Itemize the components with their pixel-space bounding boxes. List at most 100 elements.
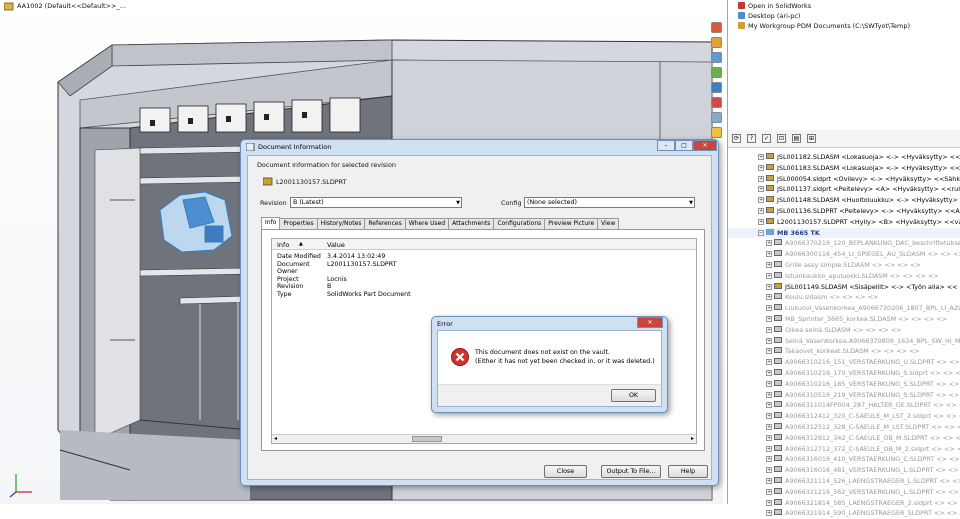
expand-icon[interactable]: + xyxy=(758,154,764,160)
tree-item[interactable]: + A9066310216_151_VERSTAERKUNG_U.SLDPRT <… xyxy=(728,357,960,368)
expand-icon[interactable]: + xyxy=(766,499,772,506)
options-icon[interactable]: ▤ xyxy=(792,134,801,143)
tree-item[interactable]: + L2001130157.SLDPRT <Hylly> <B> <Hyväksy… xyxy=(728,217,960,228)
design-library-tab-icon[interactable] xyxy=(711,52,722,63)
expand-icon[interactable]: + xyxy=(766,348,772,355)
config-dropdown[interactable]: (None selected) ▼ xyxy=(524,197,695,208)
output-to-file-button[interactable]: Output To File... xyxy=(601,465,661,478)
expand-icon[interactable]: + xyxy=(766,510,772,517)
tree-item[interactable]: + A9066310216_170_VERSTAERKUNG_S.sldprt <… xyxy=(728,368,960,379)
info-column-header[interactable]: Info xyxy=(277,241,289,249)
expand-icon[interactable]: + xyxy=(766,359,772,366)
tree-item[interactable]: + Seinä_VasenKorkea.A9066370809_1634_BPL_… xyxy=(728,336,960,347)
maximize-button[interactable]: □ xyxy=(675,140,693,151)
scroll-thumb[interactable] xyxy=(412,436,442,442)
scroll-left-icon[interactable]: ◂ xyxy=(274,435,277,442)
tree-item[interactable]: + A9066300116_454_LI_SPIEGEL_AU_SLDASM <>… xyxy=(728,249,960,260)
expand-icon[interactable]: + xyxy=(758,197,764,204)
tree-item[interactable]: − MB 3665 TK xyxy=(728,227,960,239)
expand-icon[interactable]: + xyxy=(766,380,772,387)
search-tab-icon[interactable] xyxy=(711,82,722,93)
minimize-button[interactable]: – xyxy=(657,140,675,151)
expand-icon[interactable]: + xyxy=(758,207,764,214)
expand-icon[interactable]: + xyxy=(766,434,772,441)
expand-icon[interactable]: + xyxy=(766,488,772,495)
tab-where-used[interactable]: Where Used xyxy=(404,218,450,229)
expand-icon[interactable]: + xyxy=(766,456,772,463)
expand-icon[interactable]: + xyxy=(766,369,772,376)
check-icon[interactable]: ✓ xyxy=(762,134,771,143)
tree-item[interactable]: + MB_Sprinter_3665_korkea.SLDASM <> <> <>… xyxy=(728,314,960,325)
revision-dropdown[interactable]: B (Latest) ▼ xyxy=(290,197,462,208)
tree-item[interactable]: + A9066321114_526_LAENGSTRAEGER_L.SLDPRT … xyxy=(728,476,960,487)
workgroup-pdm-item[interactable]: My Workgroup PDM Documents (C:\SWTyot\Te… xyxy=(738,22,910,30)
expand-icon[interactable]: + xyxy=(758,218,764,225)
tree-item[interactable]: + A9066321814_585_LAENGSTRAEGER_2.sldprt … xyxy=(728,498,960,509)
ok-button[interactable]: OK xyxy=(611,389,656,402)
expand-icon[interactable]: + xyxy=(766,294,772,301)
tab-properties[interactable]: Properties xyxy=(279,218,318,229)
expand-icon[interactable]: + xyxy=(758,164,764,171)
help-button[interactable]: Help xyxy=(668,465,708,478)
close-button[interactable]: Close xyxy=(544,465,587,478)
horizontal-scrollbar[interactable]: ◂ ▸ xyxy=(272,434,696,443)
tree-item[interactable]: + JSL001149.SLDASM <Sisäpellit> <-> <Työn… xyxy=(728,282,960,293)
tree-item[interactable]: + Istuinkaukko_apuluokki.SLDASM <> <> <> … xyxy=(728,271,960,282)
expand-icon[interactable]: + xyxy=(766,272,772,279)
expand-icon[interactable]: + xyxy=(758,175,764,182)
tree-item[interactable]: + JSL001183.SLDASM <Lokasuoja> <-> <Hyväk… xyxy=(728,163,960,174)
tree-item[interactable]: + JSL001148.SLDASM <Huoltoluukku> <-> <Hy… xyxy=(728,195,960,206)
tree-item[interactable]: + JSL000054.sldprt <Ovilevy> <-> <Hyväksy… xyxy=(728,174,960,185)
expand-icon[interactable]: + xyxy=(766,251,772,258)
expand-icon[interactable]: + xyxy=(766,326,772,333)
expand-icon[interactable]: + xyxy=(766,337,772,344)
resources-tab-icon[interactable] xyxy=(711,37,722,48)
desktop-item[interactable]: Desktop (ari-pc) xyxy=(738,12,800,20)
tree-item[interactable]: + A9066311014FP004_287_HALTER_GE.SLDPRT <… xyxy=(728,400,960,411)
tree-item[interactable]: + A9066312512_328_C-SAEULE_M_LST.SLDPRT <… xyxy=(728,422,960,433)
tree-item[interactable]: + Takaovet_korkeat.SLDASM <> <> <> <> xyxy=(728,346,960,357)
expand-icon[interactable]: + xyxy=(766,477,772,484)
help-icon[interactable]: ? xyxy=(747,134,756,143)
expand-icon[interactable]: + xyxy=(766,305,772,312)
tree-item[interactable]: + JSL001137.sldprt <Peitelevy> <A> <Hyväk… xyxy=(728,184,960,195)
expand-icon[interactable]: + xyxy=(766,391,772,398)
tree-item[interactable]: + JSL001182.SLDASM <Lokasuoja> <-> <Hyväk… xyxy=(728,152,960,163)
tree-item[interactable]: + A9066310216_185_VERSTAERKUNG_S.SLDPRT <… xyxy=(728,379,960,390)
collapse-icon[interactable]: − xyxy=(758,229,764,236)
expand-icon[interactable]: + xyxy=(766,423,772,430)
tree-item[interactable]: + A9066312612_342_C-SAEULE_OB_M.SLDPRT <>… xyxy=(728,433,960,444)
expand-icon[interactable]: + xyxy=(766,315,772,322)
error-close-button[interactable]: ✕ xyxy=(637,317,663,328)
tree-item[interactable]: + A9066310516_219_VERSTAERKUNG_S.SLDPRT <… xyxy=(728,390,960,401)
tree-item[interactable]: + A9066321216_562_VERSTAERKUNG_L.SLDPRT <… xyxy=(728,487,960,498)
tree-item[interactable]: + A9066316016_481_VERSTAERKUNG_L.SLDPRT <… xyxy=(728,465,960,476)
tab-view[interactable]: View xyxy=(597,218,620,229)
lock-icon[interactable]: ⊡ xyxy=(777,134,786,143)
tree-item[interactable]: + Liukuovi_Vasenkorkea_A9066730206_1807_B… xyxy=(728,303,960,314)
scroll-right-icon[interactable]: ▸ xyxy=(691,435,694,442)
info-row[interactable]: Type SolidWorks Part Document xyxy=(272,291,696,299)
tab-preview-picture[interactable]: Preview Picture xyxy=(544,218,599,229)
expand-icon[interactable]: + xyxy=(766,283,772,290)
close-window-button[interactable]: ✕ xyxy=(693,140,717,151)
expand-icon[interactable]: + xyxy=(766,445,772,452)
window-titlebar[interactable]: Document Information – □ ✕ xyxy=(241,140,718,154)
home-tab-icon[interactable] xyxy=(711,22,722,33)
tab-info[interactable]: Info xyxy=(261,217,281,229)
view-palette-tab-icon[interactable] xyxy=(711,97,722,108)
tab-configurations[interactable]: Configurations xyxy=(493,218,546,229)
tree-item[interactable]: + A9066316016_410_VERSTAERKUNG_C.SLDPRT <… xyxy=(728,454,960,465)
vault-icon[interactable]: ⊞ xyxy=(807,134,816,143)
expand-icon[interactable]: + xyxy=(766,261,772,268)
tree-item[interactable]: + A9066370216_120_BEPLANKUNG_DAC_beschrif… xyxy=(728,238,960,249)
expand-icon[interactable]: + xyxy=(766,467,772,474)
value-column-header[interactable]: Value xyxy=(327,241,345,249)
expand-icon[interactable]: + xyxy=(766,413,772,420)
open-in-solidworks-item[interactable]: Open in SolidWorks xyxy=(738,2,811,10)
tab-history-notes[interactable]: History/Notes xyxy=(316,218,366,229)
tree-item[interactable]: + Koulu.sldasm <> <> <> <> xyxy=(728,292,960,303)
tree-item[interactable]: + Grille assy simple.SLDASM <> <> <> <> xyxy=(728,260,960,271)
tree-item[interactable]: + JSL001136.SLDPRT <Peitelevy> <-> <Hyväk… xyxy=(728,206,960,217)
file-explorer-tab-icon[interactable] xyxy=(711,67,722,78)
